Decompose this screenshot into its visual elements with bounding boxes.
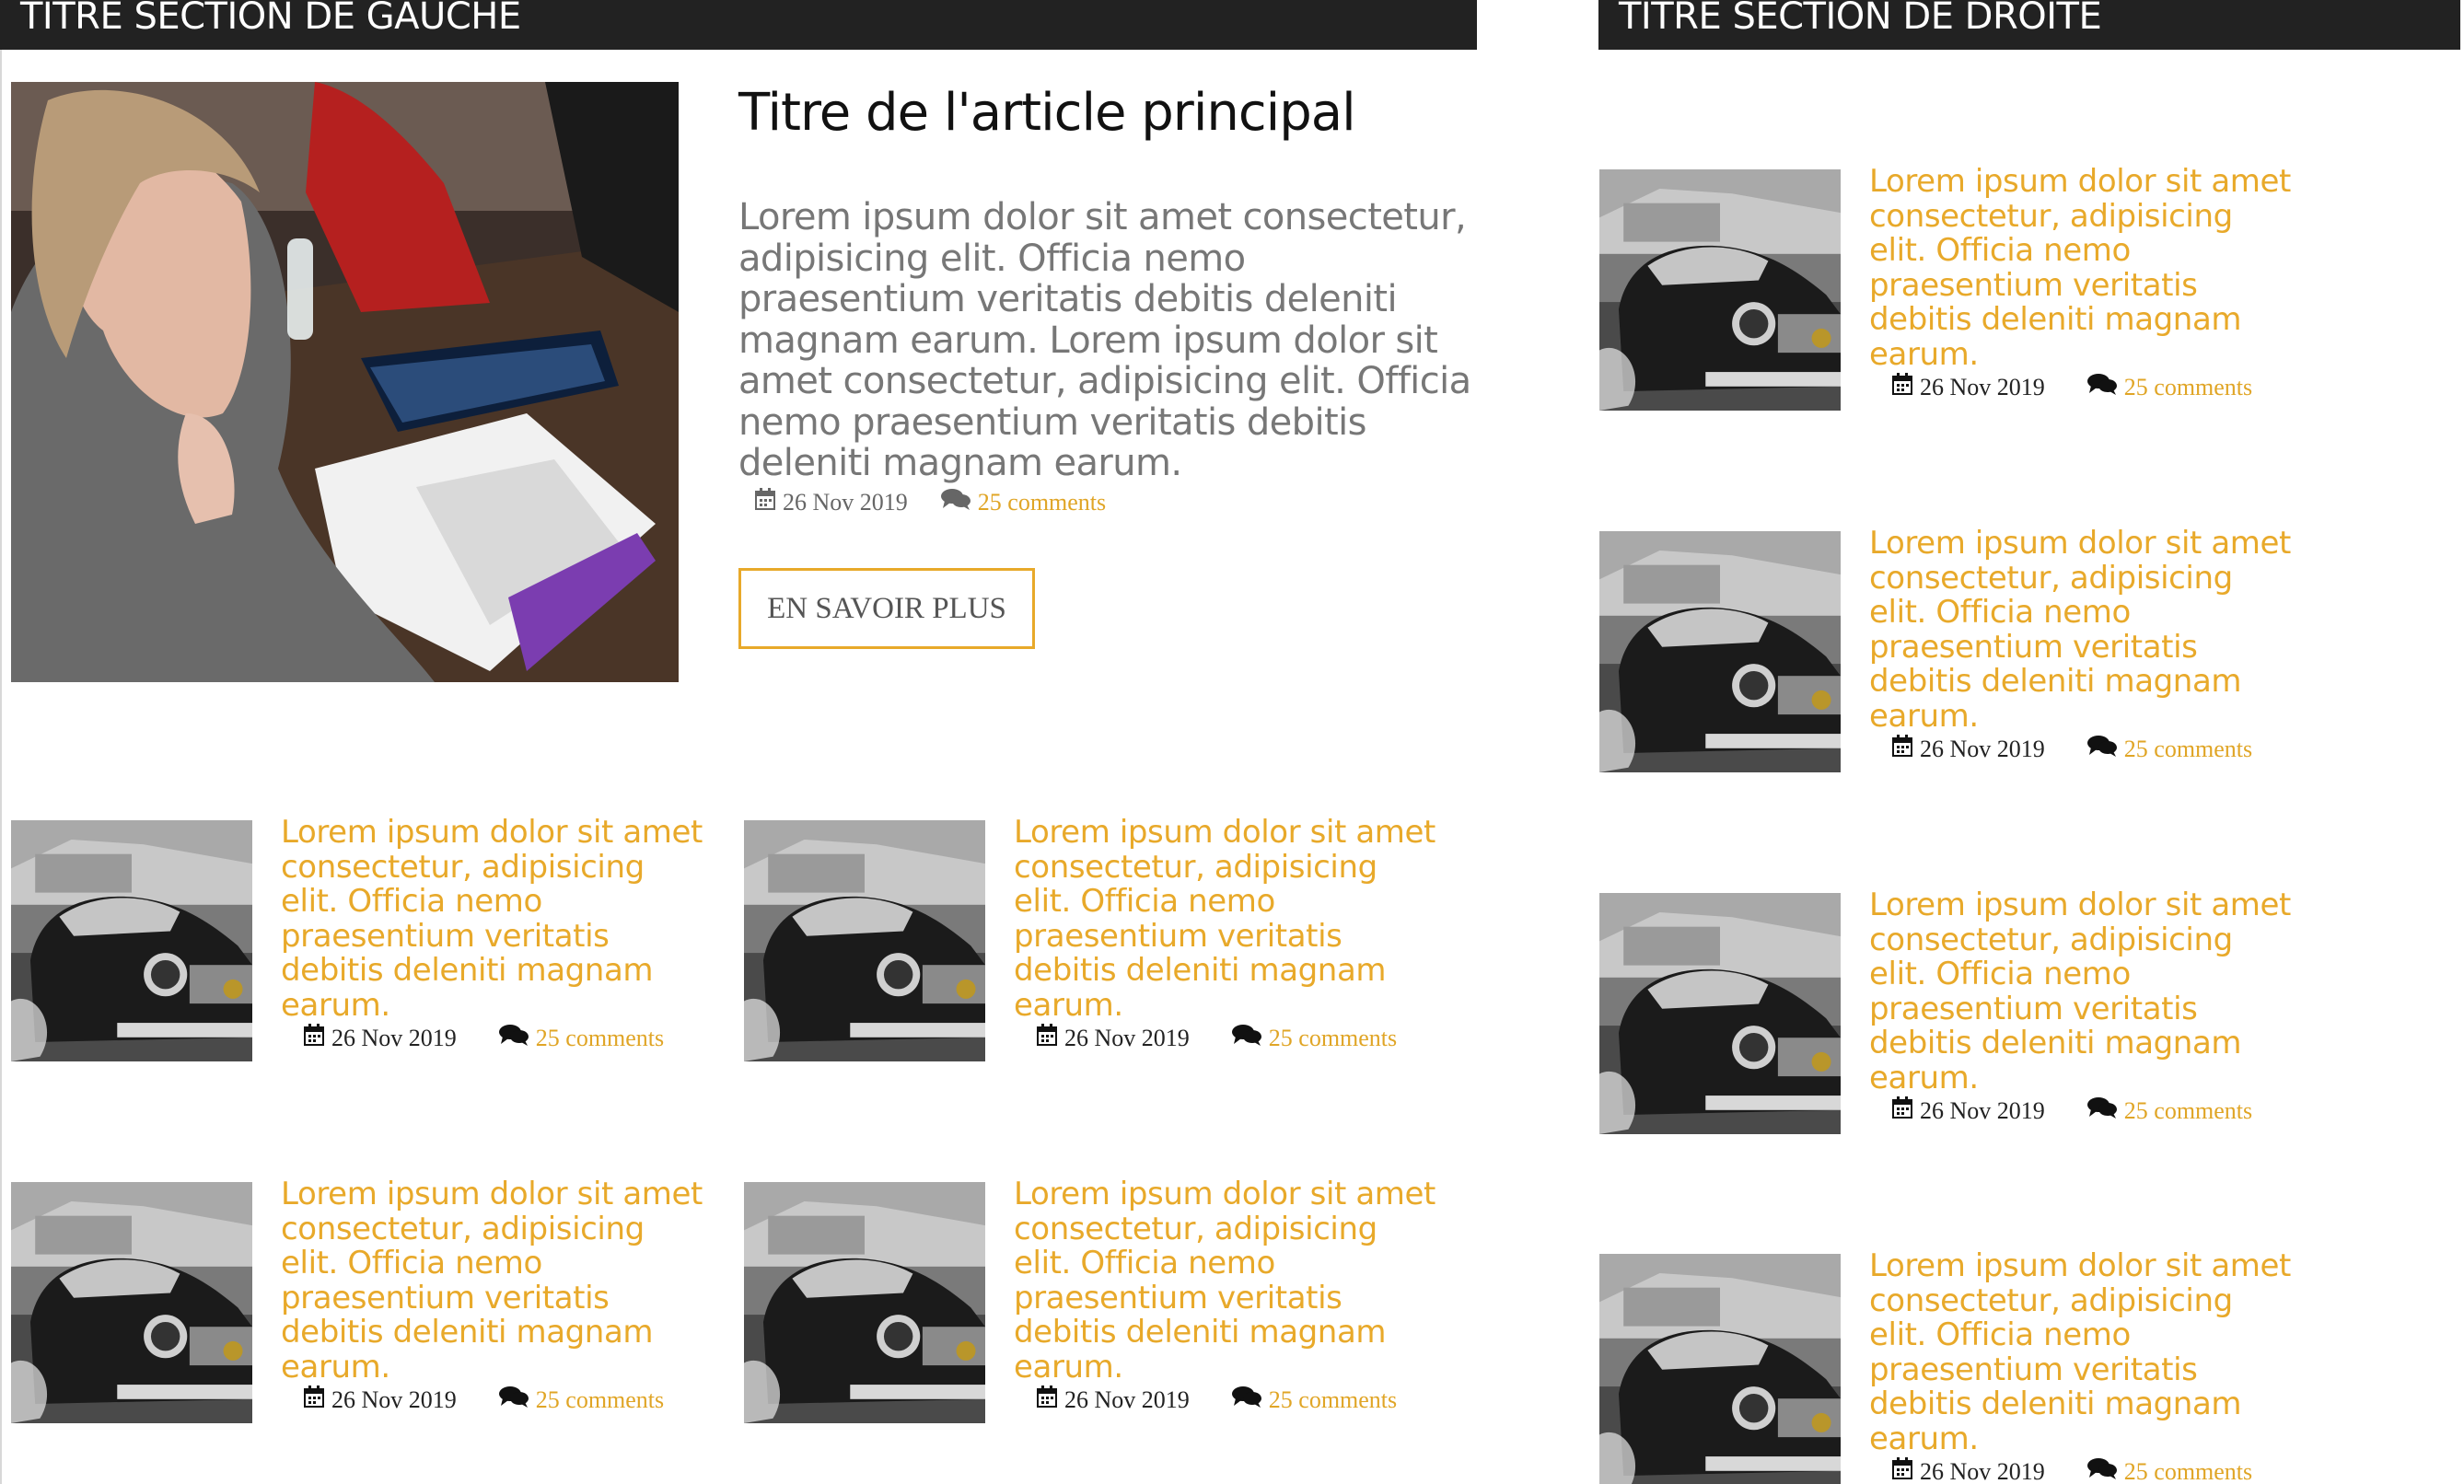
main-article-comments-text[interactable]: 25 comments <box>978 489 1106 516</box>
card-date-text: 26 Nov 2019 <box>1064 1024 1190 1051</box>
card-date-text: 26 Nov 2019 <box>1920 1457 2045 1484</box>
comments-icon <box>2086 1096 2117 1125</box>
right-card-title[interactable]: Lorem ipsum dolor sit amet consectetur, … <box>1869 1248 2293 1456</box>
left-card-image[interactable] <box>11 1182 252 1423</box>
left-card-title[interactable]: Lorem ipsum dolor sit amet consectetur, … <box>1014 815 1437 1023</box>
card-date: 26 Nov 2019 <box>1037 1024 1190 1052</box>
comments-icon <box>498 1385 529 1414</box>
card-comments-text[interactable]: 25 comments <box>536 1025 664 1052</box>
right-card-image[interactable] <box>1599 893 1841 1134</box>
calendar-icon <box>1892 1457 1912 1484</box>
main-article-title[interactable]: Titre de l'article principal <box>738 83 1475 143</box>
left-card-image[interactable] <box>11 820 252 1061</box>
card-date-text: 26 Nov 2019 <box>1920 735 2045 762</box>
right-card-title[interactable]: Lorem ipsum dolor sit amet consectetur, … <box>1869 526 2293 734</box>
comments-icon <box>1231 1385 1261 1414</box>
calendar-icon <box>1892 1096 1912 1125</box>
main-article-date: 26 Nov 2019 <box>755 488 908 516</box>
card-comments[interactable]: 25 comments <box>498 1385 664 1414</box>
card-comments[interactable]: 25 comments <box>2086 735 2252 763</box>
card-comments[interactable]: 25 comments <box>2086 1096 2252 1125</box>
main-article-excerpt: Lorem ipsum dolor sit amet consectetur, … <box>738 196 1471 484</box>
comments-icon <box>498 1024 529 1052</box>
comments-icon <box>2086 1457 2117 1484</box>
card-comments[interactable]: 25 comments <box>2086 373 2252 401</box>
right-card-image[interactable] <box>1599 169 1841 411</box>
card-date: 26 Nov 2019 <box>1892 1457 2045 1484</box>
left-card-meta: 26 Nov 2019 25 comments <box>1037 1024 1397 1052</box>
card-comments-text[interactable]: 25 comments <box>1269 1025 1397 1052</box>
left-card-meta: 26 Nov 2019 25 comments <box>304 1385 664 1414</box>
card-date: 26 Nov 2019 <box>1892 1096 2045 1125</box>
calendar-icon <box>1892 735 1912 763</box>
card-comments[interactable]: 25 comments <box>1231 1385 1397 1414</box>
calendar-icon <box>304 1024 324 1052</box>
card-comments[interactable]: 25 comments <box>498 1024 664 1052</box>
right-card-image[interactable] <box>1599 1254 1841 1484</box>
left-card-title[interactable]: Lorem ipsum dolor sit amet consectetur, … <box>281 1177 704 1385</box>
right-card-image[interactable] <box>1599 531 1841 772</box>
main-article-image[interactable] <box>11 82 679 682</box>
card-date: 26 Nov 2019 <box>1892 735 2045 763</box>
section-title-left: TITRE SECTION DE GAUCHE <box>20 0 521 38</box>
card-comments-text[interactable]: 25 comments <box>2124 1458 2252 1484</box>
comments-icon <box>940 488 970 516</box>
card-date-text: 26 Nov 2019 <box>1920 1096 2045 1124</box>
card-comments-text[interactable]: 25 comments <box>2124 374 2252 401</box>
card-date-text: 26 Nov 2019 <box>331 1385 457 1413</box>
card-date: 26 Nov 2019 <box>1892 373 2045 401</box>
left-card-meta: 26 Nov 2019 25 comments <box>304 1024 664 1052</box>
section-header-left: TITRE SECTION DE GAUCHE <box>0 0 1477 50</box>
card-date-text: 26 Nov 2019 <box>331 1024 457 1051</box>
calendar-icon <box>1037 1385 1057 1414</box>
card-date-text: 26 Nov 2019 <box>1920 373 2045 400</box>
comments-icon <box>1231 1024 1261 1052</box>
left-card-image[interactable] <box>744 820 985 1061</box>
card-comments-text[interactable]: 25 comments <box>1269 1386 1397 1414</box>
card-comments-text[interactable]: 25 comments <box>536 1386 664 1414</box>
card-date: 26 Nov 2019 <box>304 1024 457 1052</box>
card-comments-text[interactable]: 25 comments <box>2124 736 2252 763</box>
right-card-meta: 26 Nov 2019 25 comments <box>1892 373 2252 401</box>
card-date: 26 Nov 2019 <box>304 1385 457 1414</box>
left-card-title[interactable]: Lorem ipsum dolor sit amet consectetur, … <box>1014 1177 1437 1385</box>
main-article-meta: 26 Nov 2019 25 comments <box>755 488 1106 516</box>
calendar-icon <box>755 488 775 516</box>
left-card-image[interactable] <box>744 1182 985 1423</box>
section-header-right: TITRE SECTION DE DROITE <box>1598 0 2460 50</box>
page-left-border <box>0 50 2 1484</box>
main-article-date-text: 26 Nov 2019 <box>783 488 908 516</box>
card-comments-text[interactable]: 25 comments <box>2124 1097 2252 1125</box>
main-article-comments[interactable]: 25 comments <box>940 488 1106 516</box>
card-comments[interactable]: 25 comments <box>2086 1457 2252 1484</box>
right-card-meta: 26 Nov 2019 25 comments <box>1892 1457 2252 1484</box>
comments-icon <box>2086 735 2117 763</box>
section-title-right: TITRE SECTION DE DROITE <box>1619 0 2102 38</box>
comments-icon <box>2086 373 2117 401</box>
card-date-text: 26 Nov 2019 <box>1064 1385 1190 1413</box>
calendar-icon <box>304 1385 324 1414</box>
left-card-title[interactable]: Lorem ipsum dolor sit amet consectetur, … <box>281 815 704 1023</box>
calendar-icon <box>1892 373 1912 401</box>
right-card-meta: 26 Nov 2019 25 comments <box>1892 1096 2252 1125</box>
calendar-icon <box>1037 1024 1057 1052</box>
card-comments[interactable]: 25 comments <box>1231 1024 1397 1052</box>
card-date: 26 Nov 2019 <box>1037 1385 1190 1414</box>
right-card-title[interactable]: Lorem ipsum dolor sit amet consectetur, … <box>1869 164 2293 372</box>
right-card-title[interactable]: Lorem ipsum dolor sit amet consectetur, … <box>1869 887 2293 1096</box>
read-more-button[interactable]: EN SAVOIR PLUS <box>738 568 1035 649</box>
right-card-meta: 26 Nov 2019 25 comments <box>1892 735 2252 763</box>
left-card-meta: 26 Nov 2019 25 comments <box>1037 1385 1397 1414</box>
